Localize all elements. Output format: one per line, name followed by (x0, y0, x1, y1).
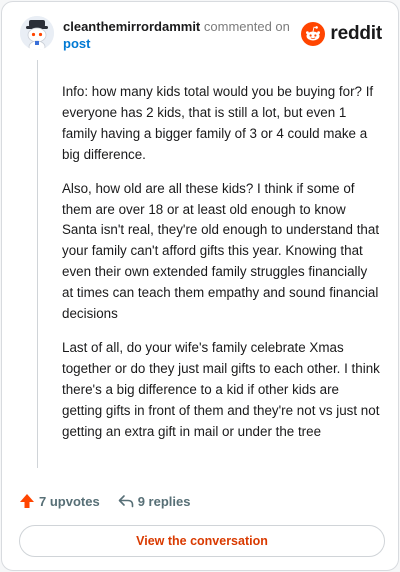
post-link[interactable]: post (63, 36, 90, 51)
reply-count: 9 replies (137, 493, 191, 509)
reply-arrow-icon (118, 495, 133, 508)
comment-paragraph: Also, how old are all these kids? I thin… (62, 180, 380, 322)
snoo-avatar-icon (20, 16, 54, 50)
upvote-arrow-icon (20, 494, 34, 508)
comment-meta: cleanthemirrordammit commented on post (63, 18, 290, 52)
reddit-snoo-icon (301, 22, 326, 46)
upvote-count: 7 upvotes (39, 493, 100, 509)
action-text: commented on (203, 19, 290, 34)
comment-header: cleanthemirrordammit commented on post r… (20, 16, 382, 56)
comment-paragraph: Last of all, do your wife's family celeb… (62, 339, 380, 439)
username[interactable]: cleanthemirrordammit (63, 19, 200, 34)
comment-embed-card: cleanthemirrordammit commented on post r… (1, 1, 399, 571)
thread-line (37, 60, 38, 468)
comment-paragraph: Info: how many kids total would you be b… (62, 84, 374, 162)
reddit-logo[interactable]: reddit (301, 20, 382, 48)
replies-button[interactable]: 9 replies (118, 493, 191, 509)
view-conversation-button[interactable]: View the conversation (19, 525, 385, 557)
comment-actions: 7 upvotes 9 replies (19, 491, 190, 511)
logo-text: reddit (330, 23, 382, 44)
upvote-button[interactable]: 7 upvotes (19, 493, 100, 509)
comment-body: Info: how many kids total would you be b… (62, 82, 382, 456)
user-avatar[interactable] (20, 16, 54, 50)
